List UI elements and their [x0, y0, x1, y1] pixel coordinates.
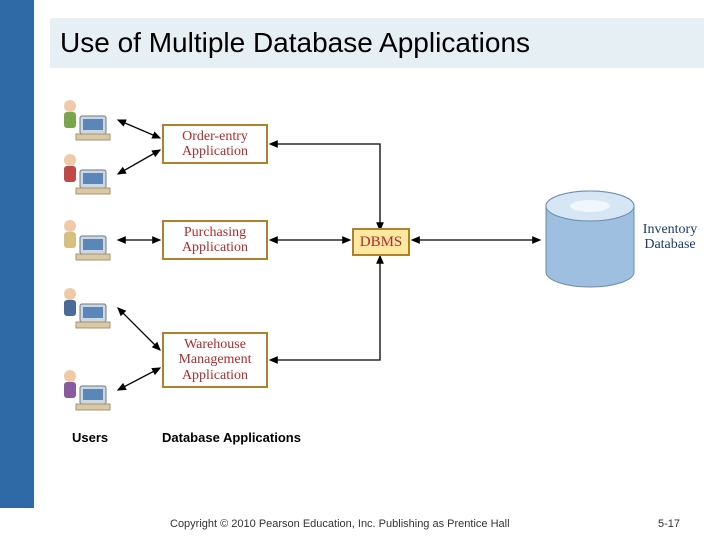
users-column-label: Users: [72, 430, 108, 445]
user-icon: [60, 150, 114, 198]
user-icon: [60, 284, 114, 332]
user-icon: [60, 96, 114, 144]
order-entry-app-box: Order-entry Application: [162, 124, 268, 164]
user-icon: [60, 216, 114, 264]
purchasing-app-box: Purchasing Application: [162, 220, 268, 260]
warehouse-app-box: Warehouse Management Application: [162, 332, 268, 388]
database-icon: [540, 188, 640, 303]
copyright-text: Copyright © 2010 Pearson Education, Inc.…: [170, 518, 510, 530]
user-icon: [60, 366, 114, 414]
title-bar: Use of Multiple Database Applications: [50, 18, 704, 68]
dbms-box: DBMS: [352, 228, 410, 256]
database-label: Inventory Database: [630, 222, 710, 253]
page-title: Use of Multiple Database Applications: [60, 27, 530, 59]
page-number: 5-17: [658, 518, 680, 530]
diagram-area: Order-entry Application Purchasing Appli…: [0, 70, 720, 470]
apps-column-label: Database Applications: [162, 430, 301, 445]
